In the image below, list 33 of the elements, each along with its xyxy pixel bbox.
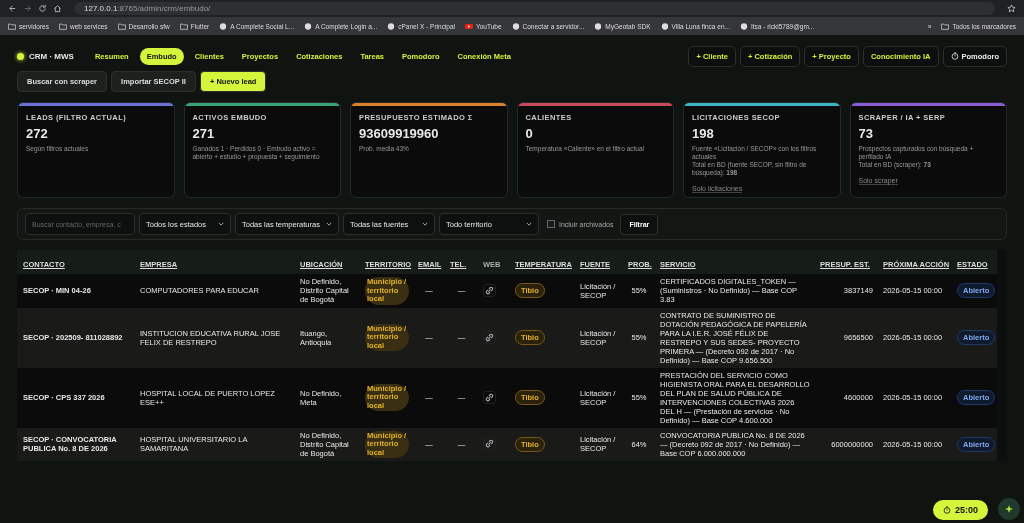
folder-icon	[59, 22, 67, 30]
folder-icon	[179, 22, 188, 30]
folder-icon	[117, 22, 126, 30]
timer-icon	[950, 52, 959, 60]
sparkle-icon	[1004, 504, 1014, 514]
card-value: 93609919960	[359, 126, 440, 141]
chevron-icon	[325, 222, 332, 226]
play-icon	[465, 22, 473, 30]
chevron-icon	[421, 222, 428, 226]
timer-button[interactable]: 25:00	[932, 500, 988, 520]
address-bar[interactable]: 127.0.0.1:8765/admin/crm/embudo/	[74, 2, 995, 15]
chevron-icon	[525, 222, 532, 226]
back-icon[interactable]	[8, 4, 17, 13]
link-icon[interactable]	[483, 330, 496, 344]
card-value: 0	[525, 126, 534, 141]
folder-icon	[8, 22, 16, 30]
folder-icon	[941, 22, 950, 30]
timer-icon	[942, 506, 951, 514]
card-value: 272	[26, 126, 49, 141]
forward-icon[interactable]	[23, 4, 32, 13]
card-value: 198	[692, 126, 715, 141]
star-icon[interactable]	[1007, 4, 1016, 13]
archived-checkbox[interactable]	[546, 220, 555, 228]
brand-logo[interactable]: CRM · MWS	[17, 51, 74, 61]
reload-icon[interactable]	[38, 4, 47, 13]
sparkle-button[interactable]	[998, 498, 1020, 520]
home-icon[interactable]	[53, 4, 62, 13]
card-value: 271	[192, 126, 216, 141]
card-value: 73	[858, 126, 874, 141]
link-icon[interactable]	[483, 283, 496, 297]
link-icon[interactable]	[483, 437, 496, 451]
chevron-icon	[218, 222, 224, 226]
link-icon[interactable]	[483, 390, 496, 404]
